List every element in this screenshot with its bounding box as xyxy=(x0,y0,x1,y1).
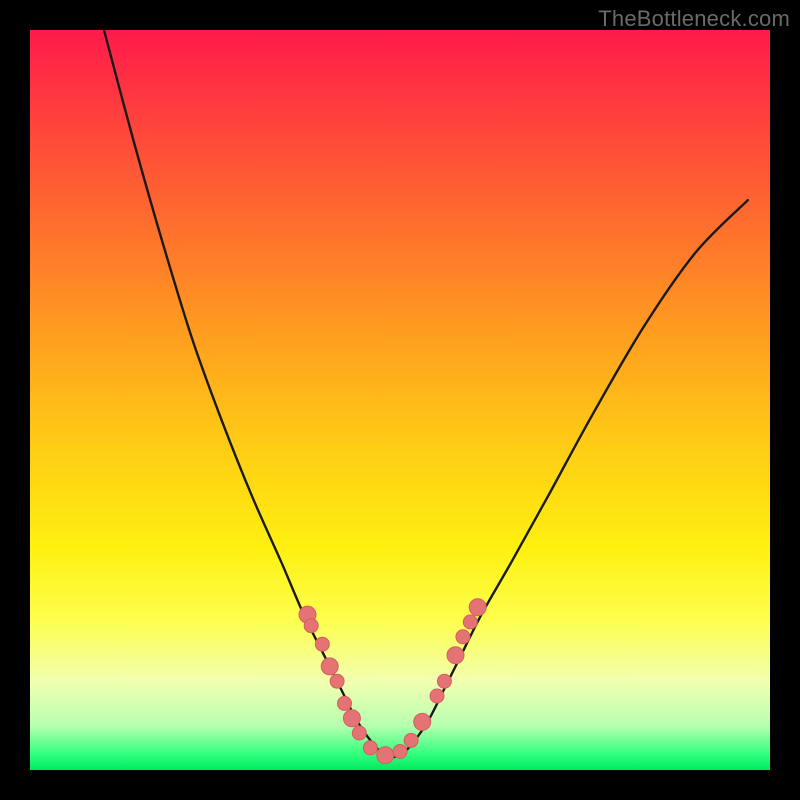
curve-marker xyxy=(338,696,352,710)
curve-marker xyxy=(469,599,486,616)
curve-marker xyxy=(404,733,418,747)
curve-marker xyxy=(343,710,360,727)
curve-marker xyxy=(414,713,431,730)
curve-marker xyxy=(363,741,377,755)
curve-marker xyxy=(321,658,338,675)
plot-area xyxy=(30,30,770,770)
chart-svg xyxy=(30,30,770,770)
curve-marker xyxy=(315,637,329,651)
curve-marker xyxy=(393,745,407,759)
curve-marker xyxy=(377,747,394,764)
curve-marker xyxy=(456,630,470,644)
watermark-text: TheBottleneck.com xyxy=(598,6,790,32)
curve-marker xyxy=(463,615,477,629)
chart-frame: TheBottleneck.com xyxy=(0,0,800,800)
curve-marker xyxy=(430,689,444,703)
curve-marker xyxy=(352,726,366,740)
marker-group xyxy=(299,599,486,764)
curve-marker xyxy=(447,647,464,664)
curve-marker xyxy=(304,619,318,633)
curve-marker xyxy=(330,674,344,688)
curve-marker xyxy=(437,674,451,688)
bottleneck-curve xyxy=(104,30,748,757)
